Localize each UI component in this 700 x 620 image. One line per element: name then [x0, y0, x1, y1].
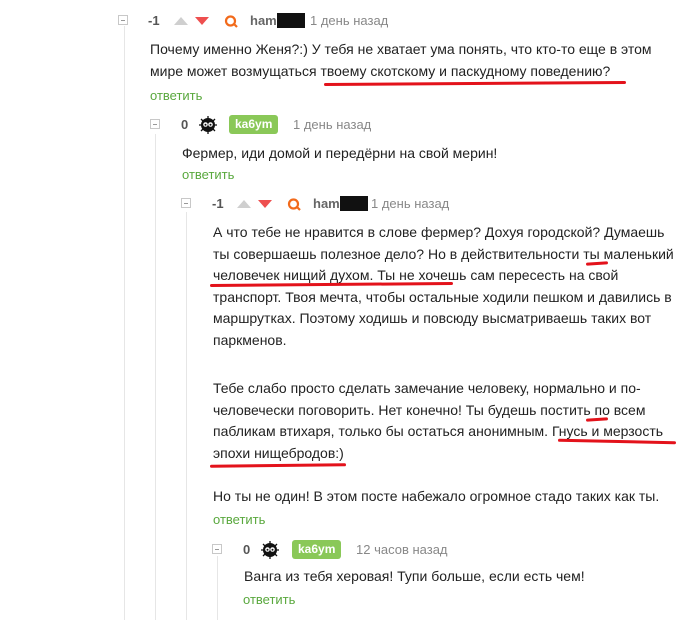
upvote-arrow-icon[interactable]	[174, 17, 188, 25]
soot-sprite-avatar[interactable]	[260, 540, 280, 560]
thread-line	[186, 212, 187, 620]
comment-text: Ванга из тебя херовая! Тупи больше, если…	[244, 568, 585, 584]
username[interactable]: ham	[313, 194, 340, 214]
collapse-minus-icon[interactable]	[212, 544, 222, 554]
comment-text: Почему именно Женя?:) У тебя не хватает …	[150, 39, 670, 82]
comment: -1 ham 1 день назад Почему именно Женя?:…	[118, 11, 678, 103]
username[interactable]: ham	[250, 11, 277, 31]
downvote-arrow-icon[interactable]	[258, 200, 272, 208]
comment: 0 ka6ym 12 часов назад Ванга из тебя хер…	[212, 540, 682, 607]
soot-sprite-avatar[interactable]	[198, 115, 218, 135]
comment-text: Фермер, иди домой и передёрни на свой ме…	[182, 145, 498, 161]
downvote-arrow-icon[interactable]	[195, 17, 209, 25]
op-author-icon	[224, 14, 238, 28]
comment-rating: -1	[212, 196, 224, 211]
reply-link[interactable]: ответить	[213, 511, 265, 529]
username-badge[interactable]: ka6ym	[292, 540, 342, 559]
comment: 0 ka6ym 1 день назад Фермер, иди домой и…	[150, 115, 680, 182]
red-underline	[209, 463, 347, 468]
reply-link[interactable]: ответить	[150, 87, 202, 105]
op-author-icon	[287, 197, 301, 211]
comment-paragraph: Тебе слабо просто сделать замечание чело…	[213, 378, 683, 464]
username-badge[interactable]: ka6ym	[229, 115, 279, 134]
upvote-arrow-icon[interactable]	[237, 200, 251, 208]
comment-time[interactable]: 1 день назад	[310, 11, 388, 31]
thread-line	[155, 134, 156, 620]
comment-paragraph: Но ты не один! В этом посте набежало огр…	[213, 488, 660, 504]
redaction-box	[277, 13, 305, 28]
comment-time[interactable]: 1 день назад	[371, 194, 449, 214]
comment: -1 ham 1 день назад А что тебе не нравит…	[181, 194, 681, 527]
collapse-minus-icon[interactable]	[150, 119, 160, 129]
comment-header: -1 ham 1 день назад	[181, 194, 681, 214]
reply-link[interactable]: ответить	[243, 591, 295, 609]
comment-header: 0 ka6ym 1 день назад	[150, 115, 680, 135]
comment-header: -1 ham 1 день назад	[118, 11, 678, 31]
comment-rating: 0	[243, 542, 251, 557]
highlighted-phrase: твоему скотскому и паскудному поведению?	[320, 63, 610, 79]
collapse-minus-icon[interactable]	[118, 15, 128, 25]
thread-line	[124, 26, 125, 620]
comment-time[interactable]: 1 день назад	[293, 115, 371, 135]
thread-line	[217, 556, 218, 620]
collapse-minus-icon[interactable]	[181, 198, 191, 208]
comment-rating: -1	[148, 13, 160, 28]
comment-header: 0 ka6ym 12 часов назад	[212, 540, 682, 560]
comment-paragraph: А что тебе не нравится в слове фермер? Д…	[213, 222, 683, 351]
comment-rating: 0	[181, 117, 189, 132]
reply-link[interactable]: ответить	[182, 166, 234, 184]
comment-time[interactable]: 12 часов назад	[356, 540, 448, 560]
comment-text-part: твоему скотскому и паскудному поведению?	[320, 62, 611, 79]
redaction-box	[340, 196, 368, 211]
